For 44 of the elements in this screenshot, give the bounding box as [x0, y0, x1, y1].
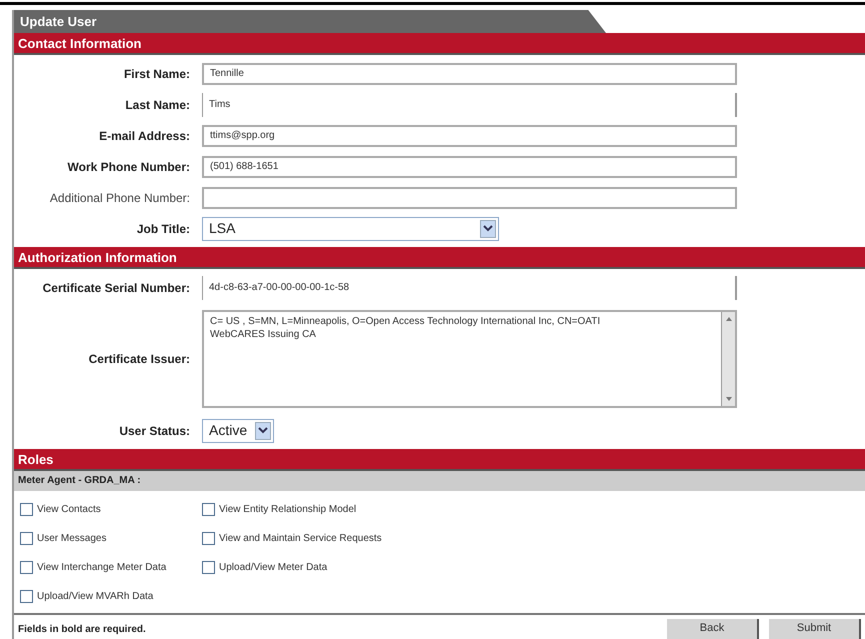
field-label: Job Title: [136, 220, 191, 238]
input-field[interactable]: ttims@spp.org [202, 124, 737, 146]
scrollbar[interactable] [721, 312, 735, 406]
required-note: Fields in bold are required. [18, 623, 146, 637]
dropdown-value: Active [209, 421, 248, 440]
role-group-header: Meter Agent - GRDA_MA : [14, 471, 865, 491]
checkbox-label[interactable]: View and Maintain Service Requests [219, 531, 382, 546]
read-only-field: 4d-c8-63-a7-00-00-00-00-1c-58 [202, 276, 737, 300]
field-label: Certificate Serial Number: [42, 280, 191, 296]
checkbox-label[interactable]: View Entity Relationship Model [219, 502, 356, 517]
checkbox[interactable] [20, 590, 33, 603]
input-field[interactable]: Tennille [202, 62, 737, 84]
field-label: Work Phone Number: [66, 158, 191, 176]
section-header: Contact Information [14, 33, 865, 55]
dropdown[interactable]: LSA [202, 216, 499, 240]
form-button[interactable]: Back [667, 618, 759, 639]
section-header: Roles [14, 449, 865, 471]
checkbox[interactable] [202, 532, 215, 545]
checkbox[interactable] [202, 561, 215, 574]
checkbox-label[interactable]: View Interchange Meter Data [37, 560, 166, 575]
checkbox[interactable] [20, 532, 33, 545]
dropdown-value: LSA [209, 219, 236, 238]
field-label: E-mail Address: [98, 128, 191, 144]
tab-title[interactable]: Update User [14, 10, 606, 33]
text-area[interactable]: C= US , S=MN, L=Minneapolis, O=Open Access Technology International Inc, CN=OATI WebCARES Issuing CA [202, 310, 737, 408]
checkbox-label[interactable]: User Messages [37, 531, 106, 546]
field-label: First Name: [122, 66, 191, 82]
checkbox[interactable] [202, 503, 215, 516]
input-field[interactable]: (501) 688-1651 [202, 156, 737, 178]
checkbox[interactable] [20, 503, 33, 516]
read-only-field: Tims [202, 92, 737, 116]
text-area-value: C= US , S=MN, L=Minneapolis, O=Open Access Technology International Inc, CN=OATI WebCARES Issuing CA [209, 315, 602, 342]
checkbox-label[interactable]: Upload/View Meter Data [219, 560, 328, 575]
section-header: Authorization Information [14, 247, 865, 269]
checkbox[interactable] [20, 561, 33, 574]
field-label: Additional Phone Number: [48, 190, 191, 206]
field-label: Last Name: [124, 96, 191, 114]
field-label: Certificate Issuer: [88, 351, 191, 368]
checkbox-label[interactable]: Upload/View MVARh Data [37, 589, 154, 604]
field-label: User Status: [118, 422, 191, 440]
dropdown[interactable]: Active [202, 418, 274, 442]
input-field[interactable] [202, 186, 737, 208]
form-button[interactable]: Submit [769, 618, 861, 639]
checkbox-label[interactable]: View Contacts [37, 502, 101, 517]
